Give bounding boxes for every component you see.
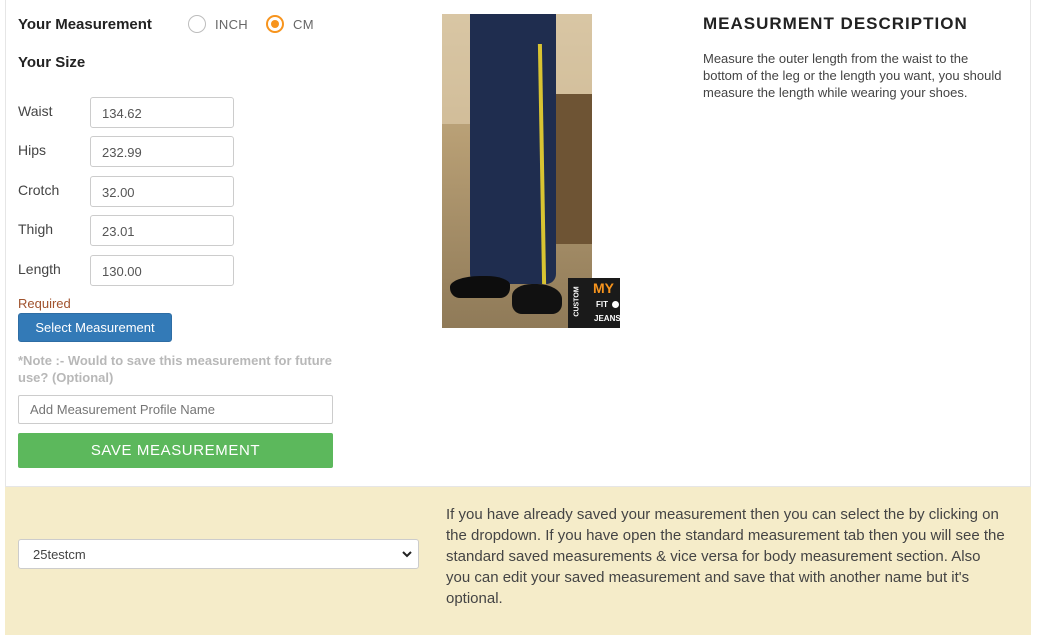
waist-row: Waist 134.62 xyxy=(18,97,238,129)
radio-cm-label: CM xyxy=(293,16,314,32)
unit-radio-inch[interactable]: INCH xyxy=(188,15,248,33)
saved-measurement-dropdown[interactable]: 25testcm xyxy=(18,539,419,569)
description-title: MEASURMENT DESCRIPTION xyxy=(703,14,968,33)
crotch-row: Crotch 32.00 xyxy=(18,176,238,208)
dropdown-selected-value: 25testcm xyxy=(33,547,86,562)
crotch-input[interactable]: 32.00 xyxy=(90,176,234,207)
profile-name-input[interactable] xyxy=(18,395,333,424)
hips-label: Hips xyxy=(18,142,47,158)
your-size-title: Your Size xyxy=(18,54,86,71)
logo-my-text: MY xyxy=(593,280,614,296)
radio-inch-label: INCH xyxy=(215,16,248,32)
waist-label: Waist xyxy=(18,103,53,119)
crotch-label: Crotch xyxy=(18,182,60,198)
description-text: Measure the outer length from the waist … xyxy=(703,51,1002,100)
thigh-input[interactable]: 23.01 xyxy=(90,215,234,246)
thigh-row: Thigh 23.01 xyxy=(18,215,238,247)
thigh-label: Thigh xyxy=(18,221,54,237)
saved-measurement-section: 25testcm If you have already saved your … xyxy=(5,487,1031,635)
length-label: Length xyxy=(18,261,61,277)
hips-row: Hips 232.99 xyxy=(18,136,238,168)
brand-logo: CUSTOM MY FIT JEANS xyxy=(568,278,621,328)
logo-jeans-text: JEANS xyxy=(594,314,621,323)
logo-custom-text: CUSTOM xyxy=(573,286,581,317)
saved-measurement-help-text: If you have already saved your measureme… xyxy=(446,506,1005,607)
radio-cm-circle[interactable] xyxy=(266,15,284,33)
photo-shoe-left xyxy=(450,276,510,298)
your-measurement-title: Your Measurement xyxy=(18,16,152,33)
logo-fit-text: FIT xyxy=(596,300,619,309)
save-measurement-button[interactable]: SAVE MEASUREMENT xyxy=(18,433,333,468)
length-row: Length 130.00 xyxy=(18,255,238,287)
chevron-down-icon xyxy=(402,551,412,558)
select-measurement-button[interactable]: Select Measurement xyxy=(18,313,172,342)
radio-inch-circle[interactable] xyxy=(188,15,206,33)
length-input[interactable]: 130.00 xyxy=(90,255,234,286)
photo-shelf xyxy=(554,94,592,244)
waist-input[interactable]: 134.62 xyxy=(90,97,234,128)
save-note: *Note :- Would to save this measurement … xyxy=(18,353,332,385)
unit-radio-cm[interactable]: CM xyxy=(266,15,314,33)
hips-input[interactable]: 232.99 xyxy=(90,136,234,167)
photo-shoe-right xyxy=(512,284,562,314)
required-text: Required xyxy=(18,296,71,311)
